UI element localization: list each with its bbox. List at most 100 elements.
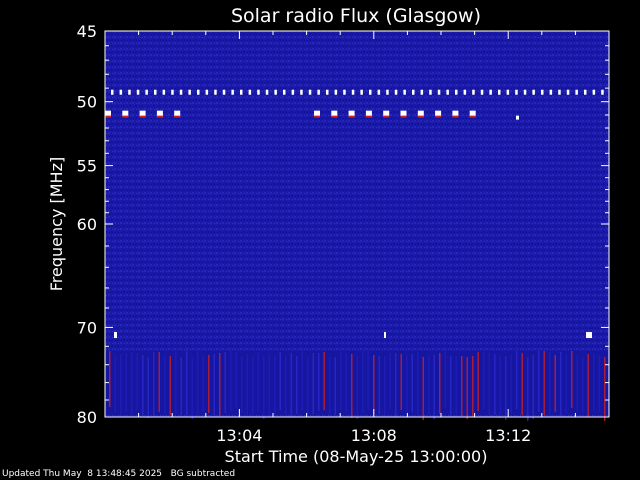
interference-dash bbox=[516, 115, 519, 120]
interference-dot bbox=[334, 89, 338, 95]
streak bbox=[268, 352, 270, 415]
interference-dash-edge bbox=[139, 115, 146, 118]
streak bbox=[263, 355, 265, 419]
interference-dash-edge bbox=[105, 115, 111, 118]
streak bbox=[318, 352, 320, 411]
interference-dot bbox=[586, 332, 592, 339]
streak bbox=[246, 353, 248, 416]
streak bbox=[158, 351, 160, 412]
streak bbox=[582, 356, 584, 413]
interference-dot bbox=[386, 89, 389, 95]
streak bbox=[554, 354, 556, 412]
interference-dot bbox=[506, 89, 510, 95]
streak bbox=[532, 354, 534, 419]
streak bbox=[202, 354, 204, 411]
interference-dot bbox=[300, 89, 303, 95]
streak bbox=[444, 350, 446, 407]
streak bbox=[483, 351, 485, 409]
streak bbox=[389, 352, 391, 409]
streak bbox=[197, 350, 199, 414]
interference-dot bbox=[463, 89, 467, 95]
streak bbox=[257, 351, 259, 412]
interference-dot bbox=[566, 89, 570, 95]
interference-dot bbox=[420, 89, 424, 95]
interference-dot bbox=[128, 89, 131, 95]
interference-dot bbox=[446, 89, 449, 95]
y-tick-label: 45 bbox=[77, 22, 97, 41]
interference-dash-edge bbox=[417, 115, 424, 118]
y-tick-label: 80 bbox=[77, 408, 97, 427]
interference-dot bbox=[532, 89, 535, 95]
y-tick-label: 50 bbox=[77, 93, 97, 112]
interference-dash-edge bbox=[469, 115, 476, 118]
streak bbox=[560, 351, 562, 416]
streak bbox=[576, 355, 578, 412]
streak bbox=[428, 354, 430, 415]
interference-dot bbox=[523, 89, 527, 95]
streak bbox=[378, 355, 380, 414]
streak bbox=[241, 355, 243, 413]
interference-dot bbox=[412, 89, 415, 95]
streak bbox=[598, 354, 600, 412]
streak bbox=[466, 356, 468, 419]
y-tick-label: 60 bbox=[77, 215, 97, 234]
interference-dot bbox=[394, 89, 398, 95]
streak bbox=[422, 356, 424, 420]
x-tick-label: 13:04 bbox=[216, 426, 262, 445]
streak bbox=[395, 352, 397, 417]
streak bbox=[384, 355, 386, 415]
streak bbox=[136, 352, 138, 410]
streak bbox=[543, 350, 545, 415]
streak bbox=[505, 355, 507, 420]
interference-dash-edge bbox=[122, 115, 129, 118]
spectrogram-chart: 45 50 55 60 70 80 13:04 13:08 13:12 Solar radio… bbox=[47, 5, 610, 466]
streak bbox=[411, 353, 413, 412]
interference-dot bbox=[188, 89, 191, 95]
interference-dot bbox=[592, 89, 596, 95]
interference-dot bbox=[145, 89, 148, 95]
streak bbox=[191, 356, 193, 419]
streak bbox=[213, 353, 215, 415]
interference-dash-edge bbox=[452, 115, 459, 118]
streak bbox=[571, 350, 573, 408]
interference-dot bbox=[429, 89, 432, 95]
streak bbox=[587, 353, 589, 417]
interference-dot bbox=[351, 89, 355, 95]
interference-dot bbox=[377, 89, 381, 95]
streak bbox=[208, 354, 210, 413]
streak bbox=[180, 356, 182, 415]
interference-dash-edge bbox=[348, 115, 355, 118]
interference-dot bbox=[248, 89, 252, 95]
interference-dot bbox=[472, 89, 475, 95]
streak bbox=[367, 350, 369, 410]
interference-dot bbox=[171, 89, 174, 95]
streak bbox=[494, 353, 496, 415]
streak bbox=[521, 352, 523, 415]
streak bbox=[120, 353, 122, 414]
interference-dot bbox=[291, 89, 295, 95]
interference-dot bbox=[549, 89, 553, 95]
interference-dot bbox=[369, 89, 372, 95]
x-axis-label: Start Time (08-May-25 13:00:00) bbox=[225, 447, 488, 466]
streak bbox=[109, 350, 111, 407]
interference-dot bbox=[360, 89, 363, 95]
streak bbox=[329, 356, 331, 417]
streak bbox=[417, 351, 419, 415]
interference-dot bbox=[179, 89, 183, 95]
streak bbox=[285, 354, 287, 415]
interference-dot bbox=[119, 89, 123, 95]
interference-dot bbox=[384, 332, 386, 339]
streak bbox=[279, 351, 281, 410]
streak bbox=[340, 352, 342, 410]
interference-dot bbox=[265, 89, 269, 95]
streak bbox=[510, 354, 512, 414]
streak bbox=[351, 353, 353, 418]
interference-dot bbox=[114, 332, 117, 339]
x-tick-label: 13:08 bbox=[351, 426, 397, 445]
streak bbox=[186, 350, 188, 415]
interference-dash-edge bbox=[435, 115, 442, 118]
streak bbox=[175, 350, 177, 414]
x-tick-label: 13:12 bbox=[485, 426, 531, 445]
interference-dot bbox=[240, 89, 243, 95]
interference-dot bbox=[162, 89, 166, 95]
